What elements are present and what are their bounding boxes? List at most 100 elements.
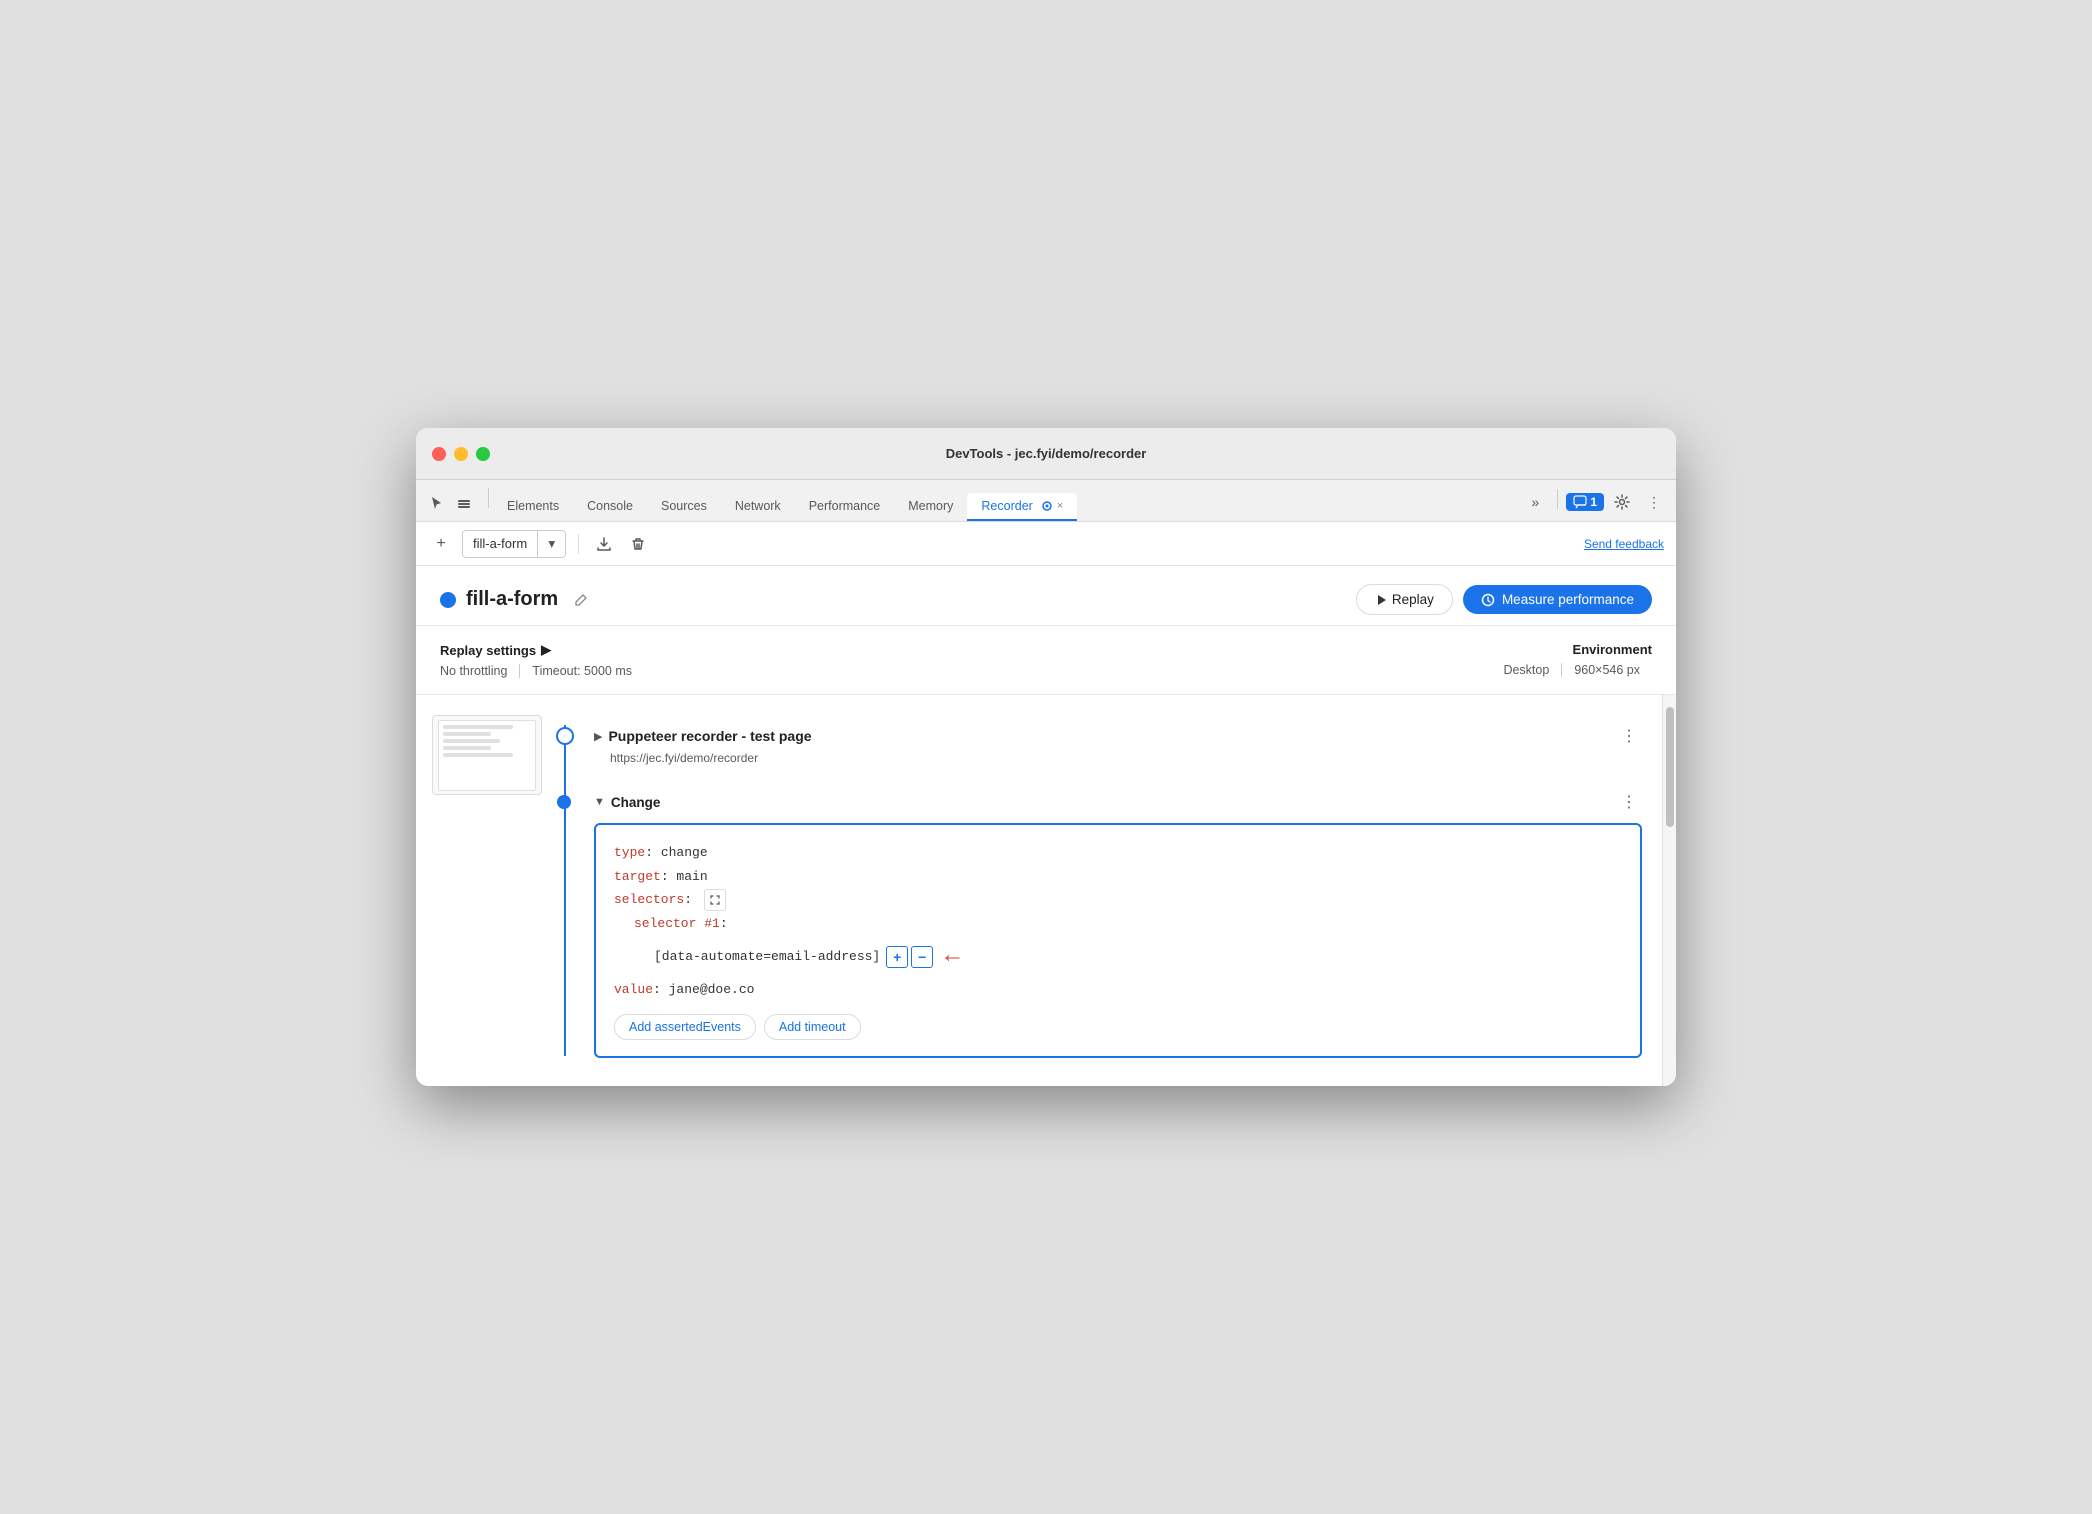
code-type-key: type: [614, 841, 645, 864]
minimize-button[interactable]: [454, 447, 468, 461]
code-type-val: change: [661, 841, 708, 864]
step-navigate: ▶ Puppeteer recorder - test page ⋮ https…: [546, 711, 1662, 777]
thumbnail-col: [416, 695, 546, 1085]
thumb-line-3: [443, 739, 500, 743]
header-actions: Replay Measure performance: [1356, 584, 1652, 615]
code-target-val: main: [676, 865, 707, 888]
edit-title-btn[interactable]: [568, 587, 594, 613]
red-arrow-icon: ←: [945, 935, 959, 978]
cursor-icon-btn[interactable]: [424, 491, 448, 515]
code-target-key: target: [614, 865, 661, 888]
thumb-line-2: [443, 732, 491, 736]
code-actions: Add assertedEvents Add timeout: [614, 1014, 1622, 1040]
env-type: Desktop: [1503, 663, 1562, 677]
recorder-tab-close[interactable]: ×: [1057, 500, 1063, 512]
main-content: ▶ Puppeteer recorder - test page ⋮ https…: [416, 695, 1676, 1085]
code-selectors-key: selectors: [614, 888, 684, 911]
step1-url: https://jec.fyi/demo/recorder: [610, 751, 1642, 765]
code-type-line: type : change: [614, 841, 1622, 864]
settings-left: Replay settings ▶ No throttling Timeout:…: [440, 642, 644, 678]
settings-gear-btn[interactable]: [1608, 488, 1636, 516]
settings-title[interactable]: Replay settings ▶: [440, 642, 644, 658]
measure-performance-btn[interactable]: Measure performance: [1463, 585, 1652, 614]
more-tabs-btn[interactable]: »: [1521, 488, 1549, 516]
window-title: DevTools - jec.fyi/demo/recorder: [946, 446, 1147, 461]
step-dot-1: [556, 727, 574, 745]
tab-performance[interactable]: Performance: [795, 493, 895, 521]
replay-btn[interactable]: Replay: [1356, 584, 1453, 615]
step-thumbnail: [432, 715, 542, 795]
devtools-window: DevTools - jec.fyi/demo/recorder Element…: [416, 428, 1676, 1085]
step-change: ▼ Change ⋮ type : change target: [546, 785, 1662, 1061]
code-value-line: value : jane@doe.co: [614, 978, 1622, 1001]
step2-collapse-icon[interactable]: ▼: [594, 796, 605, 808]
step-dot-2: [557, 795, 571, 809]
code-selector-val: [data-automate=email-address]: [654, 945, 880, 968]
traffic-lights: [432, 447, 490, 461]
settings-row: Replay settings ▶ No throttling Timeout:…: [416, 626, 1676, 695]
tabs-right: » 1 ⋮: [1521, 488, 1668, 516]
tab-separator-right: [1557, 489, 1558, 509]
tab-memory[interactable]: Memory: [894, 493, 967, 521]
code-value-key: value: [614, 978, 653, 1001]
add-selector-btn[interactable]: +: [886, 946, 908, 968]
close-button[interactable]: [432, 447, 446, 461]
step1-header: ▶ Puppeteer recorder - test page ⋮: [594, 723, 1642, 749]
step1-title: Puppeteer recorder - test page: [608, 728, 811, 744]
thumb-line-4: [443, 746, 491, 750]
steps-col: ▶ Puppeteer recorder - test page ⋮ https…: [546, 695, 1662, 1085]
send-feedback-link[interactable]: Send feedback: [1584, 537, 1664, 551]
layers-icon-btn[interactable]: [452, 491, 476, 515]
code-block: type : change target : main selectors :: [594, 823, 1642, 1057]
export-recording-btn[interactable]: [591, 531, 617, 557]
env-title: Environment: [1503, 642, 1652, 657]
more-options-btn[interactable]: ⋮: [1640, 488, 1668, 516]
recording-name-label: fill-a-form: [463, 536, 537, 551]
add-timeout-btn[interactable]: Add timeout: [764, 1014, 861, 1040]
tab-console[interactable]: Console: [573, 493, 647, 521]
header-section: fill-a-form Replay Measure performance: [416, 566, 1676, 626]
step2-more-btn[interactable]: ⋮: [1616, 789, 1642, 815]
scrollbar-thumb[interactable]: [1666, 707, 1674, 827]
title-bar: DevTools - jec.fyi/demo/recorder: [416, 428, 1676, 480]
step2-header: ▼ Change ⋮: [594, 789, 1642, 815]
recording-title: fill-a-form: [466, 588, 558, 611]
thumb-line-5: [443, 753, 513, 757]
recording-dropdown-btn[interactable]: ▾: [537, 530, 565, 558]
tab-network[interactable]: Network: [721, 493, 795, 521]
env-values: Desktop 960×546 px: [1503, 663, 1652, 677]
step2-title: Change: [611, 795, 661, 810]
chat-badge[interactable]: 1: [1566, 493, 1604, 511]
settings-values: No throttling Timeout: 5000 ms: [440, 664, 644, 678]
code-target-line: target : main: [614, 865, 1622, 888]
throttling-value: No throttling: [440, 664, 520, 678]
tab-recorder[interactable]: Recorder ×: [967, 493, 1077, 521]
code-selectors-line: selectors :: [614, 888, 1622, 911]
step1-more-btn[interactable]: ⋮: [1616, 723, 1642, 749]
code-selector-num-key: selector #1: [634, 912, 720, 935]
maximize-button[interactable]: [476, 447, 490, 461]
thumb-line-1: [443, 725, 513, 729]
selector-type-btn[interactable]: [704, 889, 726, 911]
env-size: 960×546 px: [1562, 663, 1652, 677]
tab-separator-left: [488, 488, 489, 508]
scrollbar[interactable]: [1662, 695, 1676, 1085]
remove-selector-btn[interactable]: −: [911, 946, 933, 968]
tab-elements[interactable]: Elements: [493, 493, 573, 521]
thumbnail-content: [438, 720, 535, 790]
recording-selector: fill-a-form ▾: [462, 530, 566, 558]
recording-status-dot: [440, 592, 456, 608]
settings-right: Environment Desktop 960×546 px: [1503, 642, 1652, 677]
add-recording-btn[interactable]: +: [428, 531, 454, 557]
add-asserted-events-btn[interactable]: Add assertedEvents: [614, 1014, 756, 1040]
tab-sources[interactable]: Sources: [647, 493, 721, 521]
code-selector-num-line: selector #1 :: [614, 912, 1622, 935]
step1-expand-icon[interactable]: ▶: [594, 730, 602, 743]
toolbar: + fill-a-form ▾ Send feedback: [416, 522, 1676, 566]
code-value-val: jane@doe.co: [669, 978, 755, 1001]
delete-recording-btn[interactable]: [625, 531, 651, 557]
tab-icon-group: [424, 491, 476, 515]
timeline-area: ▶ Puppeteer recorder - test page ⋮ https…: [416, 695, 1676, 1085]
tabs-bar: Elements Console Sources Network Perform…: [416, 480, 1676, 522]
timeout-value: Timeout: 5000 ms: [520, 664, 644, 678]
